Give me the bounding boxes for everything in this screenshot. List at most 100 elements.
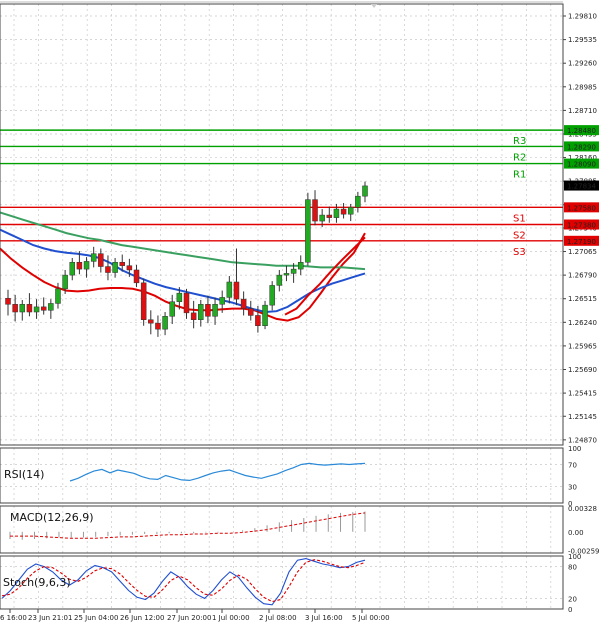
price-ytick-label: 1.27065 [568, 248, 597, 256]
macd-ytick-label: 0.00 [568, 529, 584, 537]
candle-body [105, 266, 111, 273]
x-tick-label: 25 Jun 04:00 [74, 614, 118, 622]
price-ytick-label: 1.25415 [568, 390, 597, 398]
level-label-r2: R2 [513, 152, 526, 163]
candle-body [169, 301, 175, 317]
candle-body [98, 253, 104, 267]
price-ytick-label: 1.28710 [568, 107, 597, 115]
level-label-r3: R3 [513, 136, 526, 147]
candle-body [62, 274, 68, 290]
candle-body [19, 304, 26, 313]
candle-body [33, 306, 40, 313]
level-price-tag-text: 1.28290 [567, 143, 596, 151]
candle-body [319, 214, 325, 222]
x-tick-label: 5 Jul 00:00 [352, 614, 390, 622]
chart-canvas[interactable]: 1.29810 1.29535 1.29260 1.28985 1.28710 1.284… [0, 0, 600, 626]
candle-body [305, 199, 311, 263]
candle-body [155, 322, 161, 330]
price-ytick-label: 1.24870 [568, 436, 597, 444]
candle-body [69, 262, 76, 276]
candle-body [148, 319, 154, 324]
price-ytick-label: 1.25145 [568, 413, 597, 421]
macd-ytick-label: 0.00328 [568, 505, 597, 513]
candle-body [176, 292, 183, 302]
level-price-tag-text: 1.28090 [567, 161, 596, 169]
x-tick-label: 1 Jul 00:00 [212, 614, 250, 622]
candle-body [83, 261, 90, 270]
x-tick-label: 3 Jul 16:00 [305, 614, 343, 622]
price-ytick-label: 1.29810 [568, 13, 597, 21]
candle-body [40, 306, 47, 311]
candle-body [205, 304, 211, 317]
level-label-r1: R1 [513, 170, 526, 181]
rsi-ytick-label: 100 [568, 445, 581, 453]
candle-body [340, 208, 347, 215]
candle-body [190, 312, 197, 320]
candle-body [133, 269, 140, 284]
background [0, 0, 600, 626]
candle-body [26, 304, 33, 313]
candle-body [326, 214, 333, 218]
stoch-ytick-label: 0 [568, 606, 572, 614]
level-label-s2: S2 [513, 231, 526, 242]
rsi-ytick-label: 70 [568, 462, 577, 470]
x-tick-label: 2 Jul 08:00 [259, 614, 297, 622]
stoch-ytick-label: 20 [568, 595, 577, 603]
price-ytick-label: 1.29535 [568, 36, 597, 44]
macd-title: MACD(12,26,9) [10, 511, 94, 524]
candle-body [140, 282, 147, 320]
candle-body [112, 262, 118, 273]
level-price-tag-text: 1.27580 [567, 204, 596, 212]
candle-body [48, 303, 54, 311]
chart-window: 1.29810 1.29535 1.29260 1.28985 1.28710 1.284… [0, 0, 600, 626]
candle-body [312, 199, 318, 222]
x-tick-label: 27 Jun 20:00 [167, 614, 211, 622]
price-ytick-label: 1.26790 [568, 272, 597, 280]
stoch-title: Stoch(9,6,3) [3, 576, 71, 589]
candle-body [255, 315, 261, 326]
candle-body [240, 298, 247, 309]
price-ytick-label: 1.29260 [568, 60, 597, 68]
x-tick-label: 6 16:00 [0, 614, 27, 622]
rsi-ytick-label: 30 [568, 484, 577, 492]
price-ytick-label: 1.28985 [568, 83, 597, 91]
candle-body [183, 292, 190, 314]
candle-body [126, 265, 133, 271]
candle-body [90, 253, 97, 262]
price-ytick-label: 1.26515 [568, 295, 597, 303]
level-label-s3: S3 [513, 247, 526, 258]
candle-body [248, 308, 254, 316]
candle-body [347, 207, 354, 215]
price-ytick-label: 1.26240 [568, 319, 597, 327]
rsi-title: RSI(14) [4, 468, 44, 481]
candle-body [290, 268, 297, 274]
candle-body [333, 208, 340, 218]
candle-body [119, 262, 125, 266]
x-tick-label: 23 Jun 21:01 [28, 614, 72, 622]
stoch-ytick-label: 80 [568, 564, 577, 572]
candle-body [55, 288, 61, 304]
level-price-tag-text: 1.27380 [567, 222, 596, 230]
level-label-s1: S1 [513, 213, 526, 224]
candle-body [219, 297, 225, 305]
candle-body [276, 274, 283, 286]
candle-body [297, 262, 304, 270]
candle-body [212, 304, 218, 317]
candle-body [226, 281, 233, 298]
candle-body [76, 262, 83, 270]
level-price-tag-text: 1.28480 [567, 127, 596, 135]
current-price-text: 1.27834 [567, 183, 596, 191]
candle-body [162, 316, 168, 330]
stoch-ytick-label: 100 [568, 553, 581, 561]
candle-body [283, 273, 290, 276]
candle-body [262, 304, 268, 326]
candle-body [5, 298, 11, 305]
x-tick-label: 26 Jun 12:00 [120, 614, 164, 622]
candle-body [362, 185, 368, 197]
level-price-tag-text: 1.27190 [567, 238, 596, 246]
candle-body [355, 195, 361, 208]
price-ytick-label: 1.25690 [568, 366, 597, 374]
candle-body [233, 281, 240, 300]
candle-body [198, 304, 204, 320]
candle-body [12, 304, 18, 313]
